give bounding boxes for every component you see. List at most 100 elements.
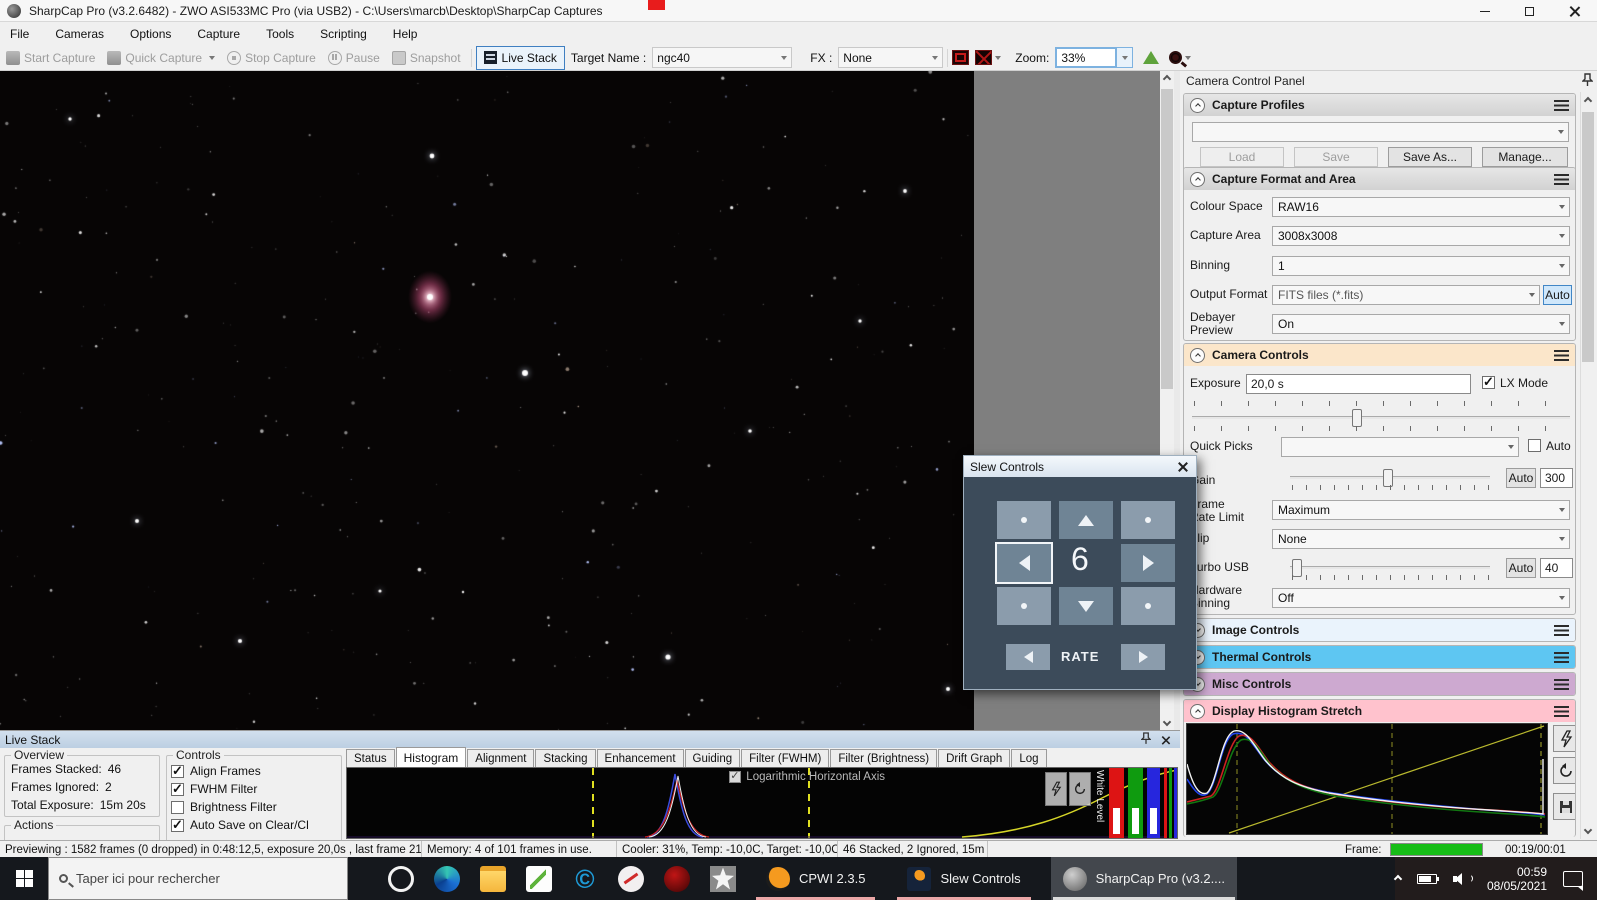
scrollbar-thumb[interactable] [1161,89,1173,389]
quick-capture-button[interactable]: Quick Capture [101,47,221,69]
output-format-combo[interactable]: FITS files (*.fits) [1272,285,1540,305]
menu-tools[interactable]: Tools [266,27,294,41]
fwhm-filter-checkbox[interactable] [171,783,184,796]
exposure-input[interactable]: 20,0 s [1246,374,1471,394]
align-frames-checkbox[interactable] [171,765,184,778]
debayer-preview-combo[interactable]: On [1272,314,1570,334]
output-format-auto-button[interactable]: Auto [1543,285,1572,305]
flip-combo[interactable]: None [1272,529,1570,549]
rate-decrease-button[interactable] [1006,644,1050,670]
menu-icon[interactable] [1554,100,1569,111]
chevron-down-icon[interactable] [995,56,1001,60]
dark-red-app-icon[interactable] [664,866,690,892]
quick-picks-combo[interactable] [1281,437,1519,457]
turbo-usb-value-input[interactable]: 40 [1540,558,1573,578]
slew-dialog-titlebar[interactable]: Slew Controls [964,456,1196,477]
colour-space-combo[interactable]: RAW16 [1272,197,1570,217]
turbo-usb-slider[interactable] [1290,566,1490,569]
taskbar-app-sharpcap[interactable]: SharpCap Pro (v3.2.... [1051,857,1237,900]
opera-icon[interactable] [388,866,414,892]
capture-format-header[interactable]: Capture Format and Area [1184,168,1575,190]
save-as-button[interactable]: Save As... [1388,147,1472,167]
thermal-controls-header[interactable]: Thermal Controls [1184,646,1575,668]
capture-profiles-header[interactable]: Capture Profiles [1184,94,1575,116]
tab-histogram[interactable]: Histogram [396,747,467,767]
tab-enhancement[interactable]: Enhancement [597,749,684,767]
edge-icon[interactable] [434,866,460,892]
menu-icon[interactable] [1554,706,1569,717]
gain-slider[interactable] [1290,476,1490,479]
hardware-binning-combo[interactable]: Off [1272,588,1570,608]
auto-stretch-button[interactable] [1045,772,1067,806]
crosshair-overlay-icon[interactable] [975,50,992,65]
battery-icon[interactable] [1417,874,1437,884]
stretch-histogram-plot[interactable] [1186,723,1548,835]
tab-drift-graph[interactable]: Drift Graph [938,749,1010,767]
tab-guiding[interactable]: Guiding [685,749,741,767]
tab-stacking[interactable]: Stacking [535,749,595,767]
menu-file[interactable]: File [10,27,29,41]
load-button[interactable]: Load [1200,147,1284,167]
camera-controls-header[interactable]: Camera Controls [1184,344,1575,366]
notification-icon[interactable] [1563,871,1583,887]
histogram-tool-icon[interactable] [1143,51,1159,64]
frame-rate-limit-combo[interactable]: Maximum [1272,500,1570,520]
auto-save-checkbox[interactable] [171,819,184,832]
binning-combo[interactable]: 1 [1272,256,1570,276]
tab-log[interactable]: Log [1011,749,1046,767]
tab-alignment[interactable]: Alignment [467,749,534,767]
close-icon[interactable] [1162,736,1170,744]
lx-mode-checkbox[interactable] [1482,376,1495,389]
close-button[interactable] [1552,0,1597,22]
capture-area-combo[interactable]: 3008x3008 [1272,226,1570,246]
file-explorer-icon[interactable] [480,866,506,892]
notepad-icon[interactable] [526,866,552,892]
slew-up-left-button[interactable] [997,501,1051,539]
collapse-icon[interactable] [1190,172,1205,187]
zoom-input[interactable]: 33% [1055,47,1117,68]
slew-down-button[interactable] [1059,587,1113,625]
menu-icon[interactable] [1554,625,1569,636]
histogram-stretch-header[interactable]: Display Histogram Stretch [1184,700,1575,722]
snapshot-button[interactable]: Snapshot [386,47,467,69]
menu-scripting[interactable]: Scripting [320,27,367,41]
zoom-dropdown-button[interactable] [1117,47,1133,68]
slew-left-button[interactable] [997,544,1051,582]
red-level-slider[interactable] [1109,768,1124,838]
target-name-combo[interactable]: ngc40 [652,47,792,68]
speaker-icon[interactable] [1453,872,1471,886]
exposure-slider[interactable] [1192,416,1570,419]
minimize-button[interactable] [1462,0,1507,22]
pin-icon[interactable] [1141,732,1151,747]
pin-icon[interactable] [1582,73,1593,89]
profile-combo[interactable] [1192,122,1569,142]
stack-histogram-plot[interactable]: Logarithmic Horizontal Axis White Level [346,767,1178,839]
live-stack-button[interactable]: Live Stack [476,46,565,70]
save-stretch-button[interactable] [1553,793,1576,820]
reset-stretch-button[interactable] [1553,757,1576,784]
slew-up-button[interactable] [1059,501,1113,539]
quick-picks-auto-checkbox[interactable] [1528,439,1541,452]
pause-button[interactable]: Pause [322,47,386,69]
slew-up-right-button[interactable] [1121,501,1175,539]
image-preview-area[interactable] [0,71,974,730]
magnifier-tool-icon[interactable] [1169,51,1182,64]
star-app-icon[interactable] [710,866,736,892]
chevron-down-icon[interactable] [1185,56,1191,60]
scroll-down-icon[interactable] [1583,825,1593,835]
scroll-up-icon[interactable] [1162,74,1172,84]
taskbar-app-cpwi[interactable]: CPWI 2.3.5 [754,857,877,900]
green-level-slider[interactable] [1128,768,1143,838]
auto-stretch-button[interactable] [1553,725,1576,752]
rate-increase-button[interactable] [1121,644,1165,670]
manage-button[interactable]: Manage... [1482,147,1568,167]
menu-options[interactable]: Options [130,27,171,41]
save-button[interactable]: Save [1294,147,1378,167]
scroll-down-icon[interactable] [1162,717,1172,727]
slew-right-button[interactable] [1121,544,1175,582]
slew-down-left-button[interactable] [997,587,1051,625]
brightness-filter-checkbox[interactable] [171,801,184,814]
gain-value-input[interactable]: 300 [1540,468,1573,488]
blue-level-slider[interactable] [1147,768,1160,838]
live-stack-titlebar[interactable]: Live Stack [0,731,1180,748]
